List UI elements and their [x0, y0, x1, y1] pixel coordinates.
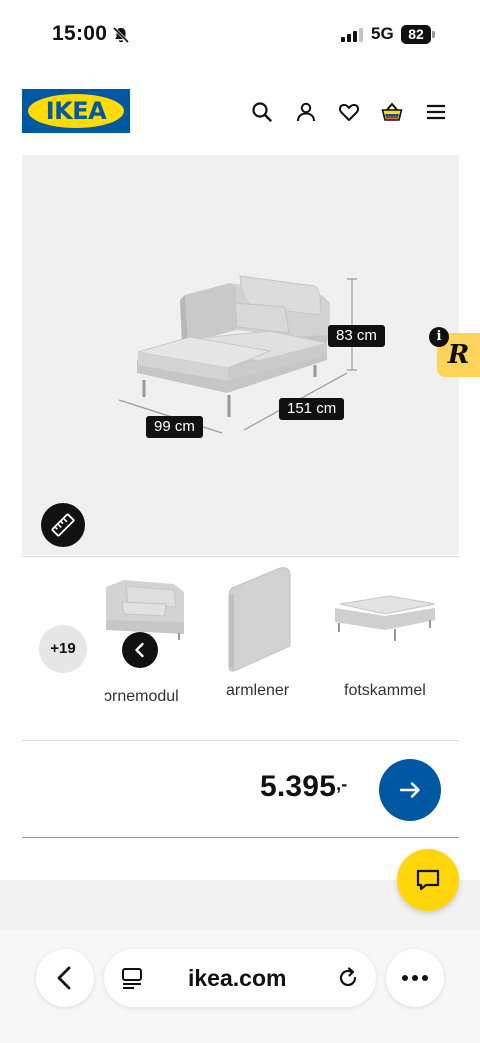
browser-back-button[interactable]	[36, 949, 94, 1007]
browser-toolbar: ikea.com	[0, 930, 480, 1043]
variant-item-armrest[interactable]: armlener	[222, 566, 302, 706]
height-dimension-label: 83 cm	[328, 325, 385, 347]
variant-label: armlener	[226, 682, 290, 699]
menu-icon[interactable]	[424, 100, 448, 124]
divider	[22, 837, 459, 838]
chat-icon	[416, 869, 440, 891]
chat-button[interactable]	[397, 849, 459, 911]
battery-level: 82	[401, 25, 431, 44]
variant-label: fotskammel	[344, 682, 426, 699]
url-text: ikea.com	[188, 965, 287, 991]
search-icon[interactable]	[250, 100, 274, 124]
armrest-thumbnail	[228, 567, 291, 672]
site-header: IKEA	[0, 86, 480, 138]
variant-item-footstool[interactable]: fotskammel	[330, 586, 450, 706]
heart-icon[interactable]	[337, 100, 361, 124]
info-icon[interactable]: i	[429, 327, 449, 347]
depth-dimension-label: 151 cm	[279, 398, 345, 420]
signal-icon	[341, 28, 363, 42]
status-time: 15:00	[52, 22, 108, 45]
width-dimension-label: 99 cm	[146, 416, 203, 438]
network-type: 5G	[371, 24, 394, 43]
product-image[interactable]: 83 cm 151 cm 99 cm	[22, 155, 459, 555]
chevron-left-icon	[135, 642, 144, 658]
divider	[22, 556, 459, 557]
user-icon[interactable]	[294, 100, 318, 124]
chaise-longue-illustration	[118, 275, 357, 434]
ikea-logo[interactable]: IKEA	[22, 89, 130, 133]
product-price: 5.395,-	[260, 770, 347, 804]
basket-icon[interactable]	[380, 100, 404, 124]
bell-muted-icon	[112, 26, 130, 44]
chevron-left-icon	[57, 966, 71, 990]
divider	[22, 740, 459, 741]
more-variants-badge[interactable]: +19	[39, 625, 87, 673]
battery-icon: 82	[401, 25, 435, 44]
address-bar[interactable]: ikea.com	[104, 949, 376, 1007]
measurements-button[interactable]	[41, 503, 85, 547]
ruler-icon	[51, 513, 75, 537]
logo-text: IKEA	[45, 97, 107, 125]
price-suffix: ,-	[336, 774, 348, 794]
variants-carousel: +19 ɔrnemodul armlener fotskammel	[0, 560, 480, 740]
price-value: 5.395	[260, 770, 337, 803]
more-icon	[402, 975, 428, 981]
reload-icon[interactable]	[336, 966, 360, 990]
footstool-thumbnail	[335, 595, 436, 641]
browser-more-button[interactable]	[386, 949, 444, 1007]
status-bar: 15:00 5G 82	[0, 0, 480, 70]
carousel-prev-button[interactable]	[122, 632, 158, 668]
go-to-product-button[interactable]	[379, 759, 441, 821]
arrow-right-icon	[399, 782, 420, 798]
variant-label: ɔrnemodul	[104, 688, 179, 705]
reader-icon[interactable]	[120, 966, 144, 990]
